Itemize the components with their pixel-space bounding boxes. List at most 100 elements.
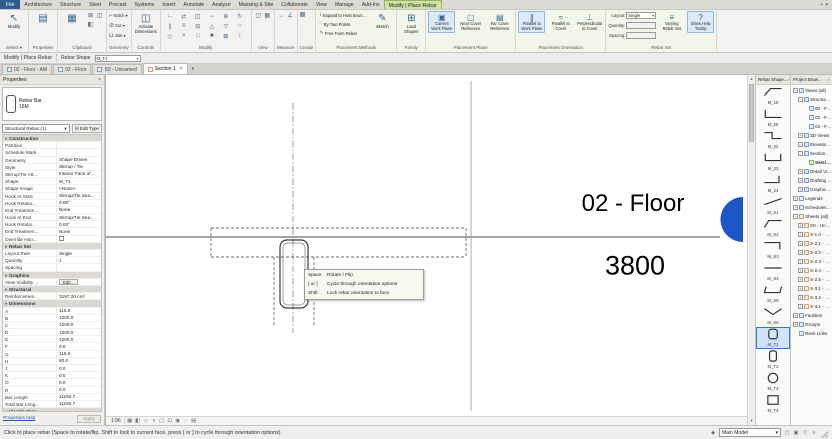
property-value[interactable]: Interior Face of... — [57, 171, 101, 177]
scrollbar-thumb[interactable] — [749, 84, 754, 142]
tree-item-legends[interactable]: + Legends — [791, 194, 832, 203]
rebar-shape-item-m-s5[interactable]: M_S5 — [756, 283, 790, 305]
load-shapes-button[interactable]: ⊞ Load Shapes — [399, 11, 423, 35]
property-value[interactable]: 1200.0 — [57, 336, 101, 342]
edit-button[interactable]: Edit... — [59, 278, 79, 285]
mirror-icon[interactable]: ◫ — [191, 11, 205, 21]
visual-style-icon[interactable]: ◧ — [134, 417, 142, 425]
tree-item-02-floor[interactable]: 02 - Floor — [791, 113, 832, 122]
modify-button[interactable]: ↖ Modify — [2, 11, 26, 30]
paste-button[interactable]: ▦ — [60, 11, 84, 25]
unpin-icon[interactable]: ◇ — [163, 31, 177, 41]
tree-item-section-1[interactable]: Section 1 — [791, 158, 832, 167]
create-tool-icon[interactable]: ▩ — [300, 11, 306, 18]
rotate-icon[interactable]: ↻ — [233, 11, 247, 21]
thin-lines-icon[interactable]: ▦ — [263, 11, 272, 20]
measure-icon[interactable]: ↔ — [277, 11, 286, 20]
property-value[interactable]: 0.0 — [57, 372, 101, 378]
rebar-shape-item-m-t3[interactable]: M_T3 — [756, 371, 790, 393]
type-selector[interactable]: Structural Rebar (1) ▾ — [2, 124, 70, 133]
property-value[interactable]: 115.0 — [57, 351, 101, 357]
panel-label-create[interactable]: Create — [300, 44, 314, 52]
cut-button[interactable]: ⊘ Cut ▾ — [109, 21, 128, 30]
far-cover-reference-button[interactable]: ▤ Far Cover Reference — [486, 11, 513, 33]
ribbon-tab-analyze[interactable]: Analyze — [208, 0, 234, 9]
tree-expand-icon[interactable]: + — [793, 205, 798, 210]
scale-icon[interactable]: ▽ — [219, 21, 233, 31]
view-tab-s0-unnamed[interactable]: S0 - Unnamed — [92, 64, 142, 74]
tree-expand-icon[interactable]: + — [798, 250, 803, 255]
panel-label-select[interactable]: Select ▾ — [2, 44, 26, 52]
panel-label-placement-methods[interactable]: Placement Methods — [318, 44, 394, 52]
rebar-shape-item-m-24[interactable]: M_24 — [756, 173, 790, 195]
tree-expand-icon[interactable]: − — [793, 88, 798, 93]
show-crop-region-icon[interactable]: ⊡ — [166, 417, 174, 425]
tree-item-s-4-1-sec[interactable]: + S-4.1 - Sec... — [791, 302, 832, 311]
canvas-vertical-scrollbar[interactable]: ▲ ▼ — [747, 75, 755, 425]
rebar-shape-item-m-s4[interactable]: M_S4 — [756, 261, 790, 283]
rebar-shape-item-m-19[interactable]: M_19 — [756, 85, 790, 107]
tree-item-drafting-vie[interactable]: + Drafting Vie... — [791, 176, 832, 185]
tree-expand-icon[interactable]: − — [793, 214, 798, 219]
property-value[interactable]: Stirrup / Tie — [57, 164, 101, 170]
tree-expand-icon[interactable]: + — [793, 322, 798, 327]
crop-view-icon[interactable]: ▢ — [158, 417, 166, 425]
panel-label-placement-orientation[interactable]: Placement Orientation — [518, 44, 603, 52]
tree-expand-icon[interactable]: − — [798, 142, 803, 147]
properties-help-link[interactable]: Properties help — [3, 416, 35, 421]
tree-item-sheets-all[interactable]: − Sheets (all) — [791, 212, 832, 221]
rebar-shape-item-m-s3[interactable]: M_S3 — [756, 239, 790, 261]
panel-label-placement-plane[interactable]: Placement Plane — [428, 44, 513, 52]
property-group-construction[interactable]: ▾ Construction — [3, 135, 101, 143]
ribbon-tab-structure[interactable]: Structure — [56, 0, 85, 9]
property-value[interactable]: 0.00° — [57, 200, 101, 206]
rebar-shape-item-m-s2[interactable]: M_S2 — [756, 217, 790, 239]
split-icon[interactable]: ⊟ — [191, 21, 205, 31]
tree-expand-icon[interactable]: + — [798, 232, 803, 237]
tree-item-groups[interactable]: + Groups — [791, 320, 832, 329]
tree-item-s-3-2-ele[interactable]: + S-3.2 - Ele... — [791, 293, 832, 302]
panel-label-view[interactable]: View — [254, 44, 272, 52]
panel-label-geometry[interactable]: Geometry — [109, 44, 129, 52]
property-value[interactable]: 11150.7 — [57, 394, 101, 400]
current-work-plane-button[interactable]: ▣ Current Work Plane — [428, 11, 456, 33]
scroll-down-icon[interactable]: ▼ — [750, 417, 754, 425]
tree-item-03-floor[interactable]: 03 - Floor — [791, 122, 832, 131]
tree-expand-icon[interactable]: − — [798, 97, 803, 102]
tree-expand-icon[interactable]: + — [798, 268, 803, 273]
apply-button[interactable]: Apply — [77, 414, 101, 423]
panel-label-properties[interactable]: Properties — [31, 44, 55, 52]
near-cover-reference-button[interactable]: ▢ Near Cover Reference — [457, 11, 484, 33]
close-project-browser-icon[interactable]: × — [828, 77, 830, 82]
property-value[interactable]: 115.0 — [57, 308, 101, 314]
match-type-icon[interactable]: ◧ — [86, 20, 95, 29]
show-help-tooltip-button[interactable]: ? Show Help Tooltip — [687, 11, 715, 33]
panel-label-clipboard[interactable]: Clipboard — [60, 44, 104, 52]
copy-to-clipboard-icon[interactable]: ◫ — [95, 11, 104, 20]
property-value[interactable]: 11150.7 — [57, 401, 101, 407]
property-value[interactable]: Shape Driven — [57, 157, 101, 163]
property-group-structural[interactable]: ▾ Structural — [3, 285, 101, 294]
copy-icon[interactable]: ⊕ — [219, 11, 233, 21]
tree-item-graphical-c[interactable]: + Graphical C... — [791, 185, 832, 194]
align-icon[interactable]: ∟ — [163, 11, 177, 21]
reveal-hidden-elements-icon[interactable]: ◌ — [182, 417, 190, 425]
property-value[interactable]: Single — [57, 250, 101, 256]
rebar-shape-item-m-23[interactable]: M_23 — [756, 151, 790, 173]
property-value[interactable]: 80.0 — [57, 358, 101, 364]
close-view-icon[interactable]: × — [180, 66, 183, 72]
notch-button[interactable]: ⌐ Notch ▾ — [109, 11, 128, 20]
override-checkbox[interactable] — [59, 236, 64, 241]
tree-item-structural-p[interactable]: − Structural P... — [791, 95, 832, 104]
tree-item-s0-unnam[interactable]: + S0 - Unnam... — [791, 221, 832, 230]
match-type-icon[interactable]: □ — [191, 31, 205, 41]
view-tab-02-floor-am[interactable]: 02 - Floor - AM — [2, 64, 53, 74]
tree-expand-icon[interactable]: + — [793, 196, 798, 201]
tree-item-s-2-2-fra[interactable]: + S-2.2 - Fra... — [791, 248, 832, 257]
paint-icon[interactable]: ■ — [205, 31, 219, 41]
tree-item-detail-views[interactable]: + Detail Views — [791, 167, 832, 176]
varying-rebar-set-button[interactable]: ≡ Varying Rebar Set — [658, 11, 685, 33]
offset-icon[interactable]: ⇄ — [177, 11, 191, 21]
view-tab-section-1[interactable]: Section 1 × — [142, 63, 188, 74]
tree-expand-icon[interactable]: + — [798, 178, 803, 183]
